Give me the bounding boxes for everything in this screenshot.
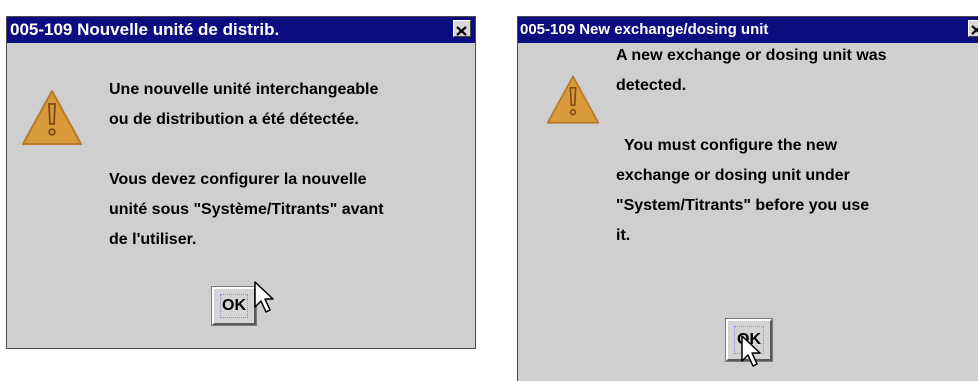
- message-line: it.: [616, 227, 631, 244]
- message-line: de l'utiliser.: [109, 231, 197, 248]
- ok-button[interactable]: OK: [211, 286, 257, 326]
- dialog-title: 005-109 Nouvelle unité de distrib.: [10, 20, 280, 39]
- message-line: Une nouvelle unité interchangeable: [109, 81, 379, 98]
- dialog-french: 005-109 Nouvelle unité de distrib. Une n…: [6, 16, 476, 349]
- ok-button-label: OK: [220, 294, 248, 318]
- message-line: "System/Titrants" before you use: [616, 197, 870, 214]
- message-line: You must configure the new: [624, 137, 838, 154]
- title-bar[interactable]: 005-109 New exchange/dosing unit: [518, 17, 978, 43]
- message-line: detected.: [616, 77, 687, 94]
- dialog-title: 005-109 New exchange/dosing unit: [520, 21, 769, 38]
- message-line: Vous devez configurer la nouvelle: [109, 171, 367, 188]
- ok-button[interactable]: OK: [725, 318, 773, 362]
- mouse-cursor-icon: [254, 281, 280, 320]
- close-icon: [971, 25, 978, 35]
- warning-icon: [545, 73, 601, 132]
- message-line: exchange or dosing unit under: [616, 167, 850, 184]
- close-button[interactable]: [453, 20, 471, 37]
- warning-icon: [20, 88, 84, 153]
- ok-button-label: OK: [734, 326, 764, 354]
- message-line: A new exchange or dosing unit was: [616, 47, 887, 64]
- close-icon: [456, 26, 467, 36]
- message-text: Une nouvelle unité interchangeable ou de…: [109, 75, 384, 255]
- message-line: unité sous "Système/Titrants" avant: [109, 201, 384, 218]
- dialog-english: 005-109 New exchange/dosing unit A new e…: [517, 16, 978, 381]
- message-line: ou de distribution a été détectée.: [109, 111, 359, 128]
- title-bar[interactable]: 005-109 Nouvelle unité de distrib.: [7, 17, 475, 43]
- close-button[interactable]: [968, 20, 978, 37]
- message-text: A new exchange or dosing unit was detect…: [616, 41, 887, 251]
